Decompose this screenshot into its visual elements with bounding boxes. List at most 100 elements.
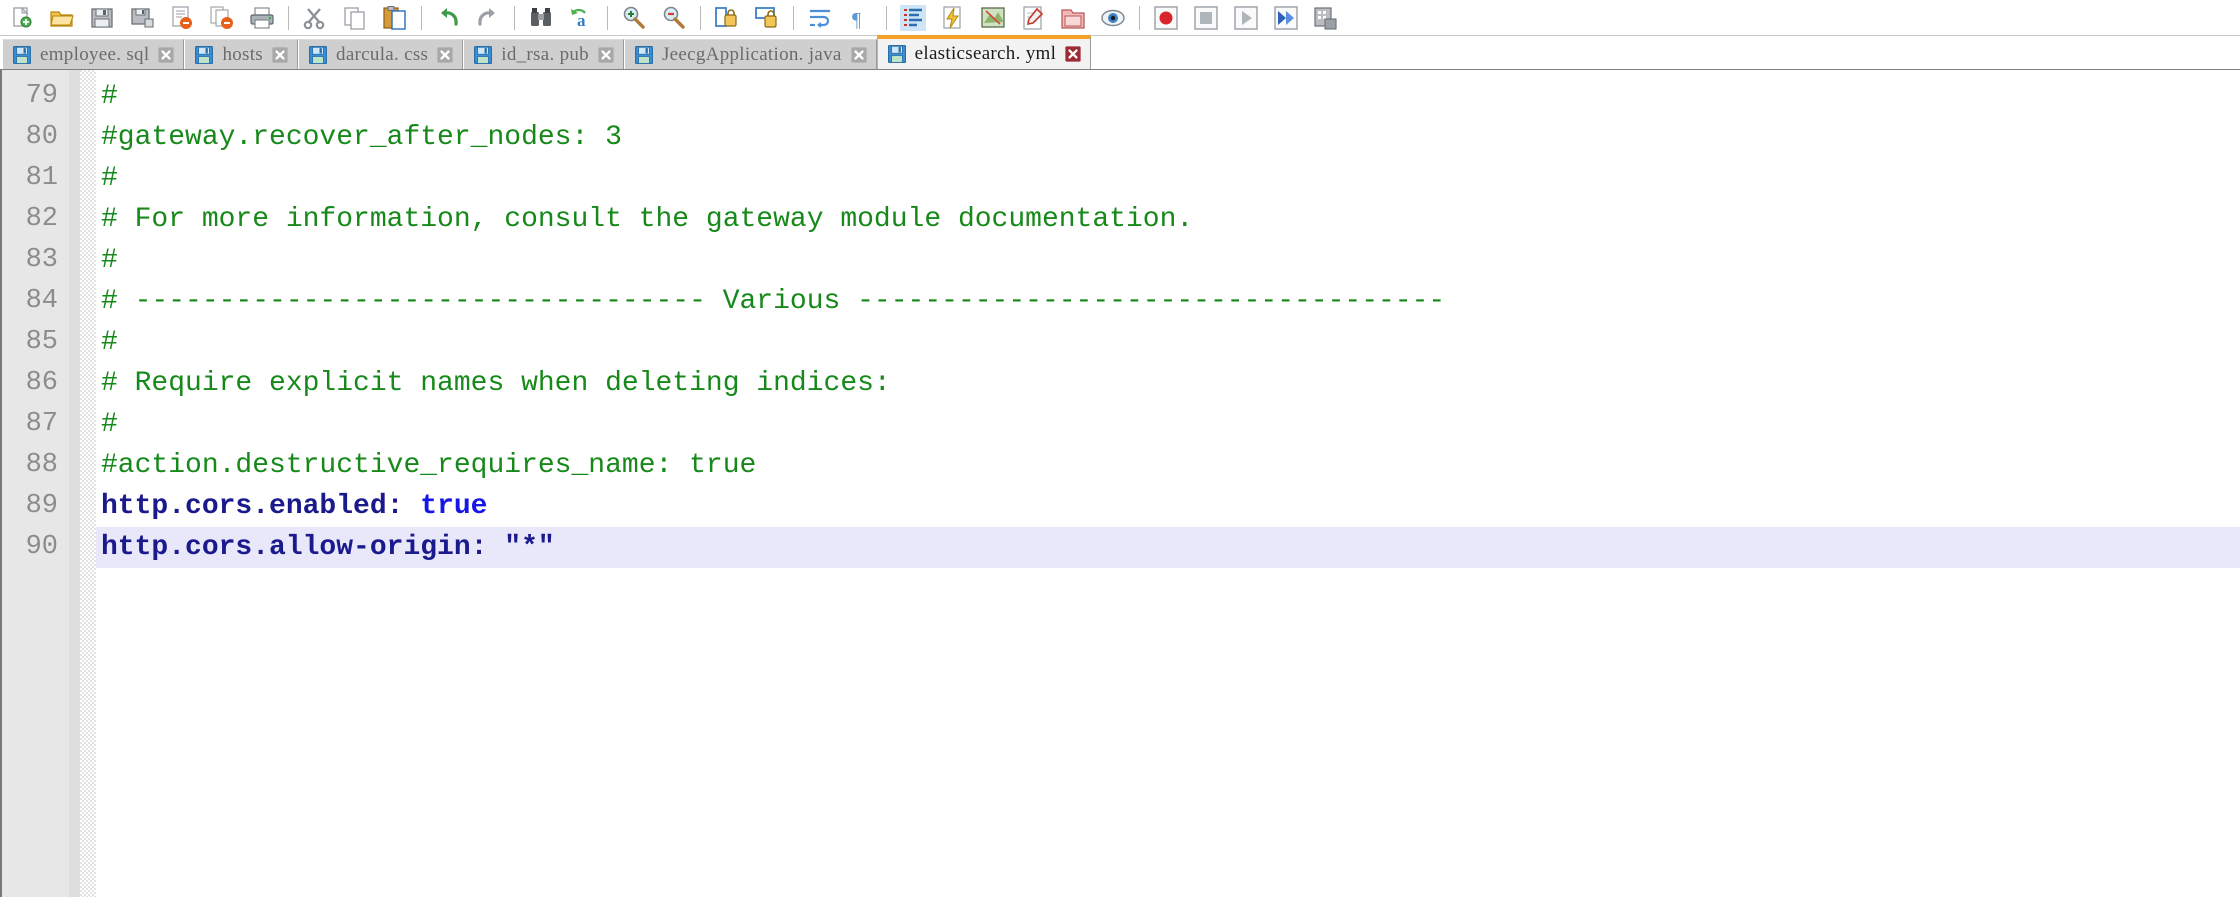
document-map-button[interactable] xyxy=(973,2,1013,34)
code-line[interactable]: # Require explicit names when deleting i… xyxy=(96,363,2240,404)
indent-guide-button[interactable] xyxy=(893,2,933,34)
cut-button[interactable] xyxy=(295,2,335,34)
close-x-icon[interactable] xyxy=(850,46,868,64)
open-file-button[interactable] xyxy=(42,2,82,34)
toolbar-separator xyxy=(421,5,422,30)
code-line[interactable]: #action.destructive_requires_name: true xyxy=(96,445,2240,486)
open-folder-icon xyxy=(49,5,75,31)
main-toolbar: a ¶ xyxy=(0,0,2240,36)
sync-lock-horizontal-icon xyxy=(754,5,780,31)
save-disk-icon xyxy=(89,5,115,31)
run-macro-multiple-button[interactable] xyxy=(1266,2,1306,34)
replace-button[interactable]: a xyxy=(561,2,601,34)
floppy-disk-icon xyxy=(12,45,32,65)
sync-vertical-button[interactable] xyxy=(707,2,747,34)
token-comment: # For more information, consult the gate… xyxy=(101,204,1194,235)
word-wrap-button[interactable] xyxy=(800,2,840,34)
binoculars-icon xyxy=(528,5,554,31)
token-key: http.cors.allow-origin: xyxy=(101,532,505,563)
line-number: 88 xyxy=(25,450,58,480)
document-map-icon xyxy=(980,5,1006,31)
line-number: 81 xyxy=(25,163,58,193)
save-macro-button[interactable] xyxy=(1306,2,1346,34)
close-x-icon[interactable] xyxy=(1064,45,1082,63)
code-content[interactable]: # #gateway.recover_after_nodes: 3 # # For m… xyxy=(96,70,2240,897)
save-button[interactable] xyxy=(82,2,122,34)
save-as-disk-icon xyxy=(129,5,155,31)
stop-macro-button[interactable] xyxy=(1186,2,1226,34)
editor-area[interactable]: 79 80 81 82 83 84 85 86 87 88 89 90 # #gateway.recov… xyxy=(0,70,2240,897)
undo-arrow-icon xyxy=(435,5,461,31)
code-line[interactable]: # xyxy=(96,240,2240,281)
user-defined-language-button[interactable] xyxy=(933,2,973,34)
tab-label: id_rsa. pub xyxy=(501,43,589,65)
find-button[interactable] xyxy=(521,2,561,34)
line-number: 87 xyxy=(25,409,58,439)
zoom-out-button[interactable] xyxy=(654,2,694,34)
tab-employee-sql[interactable]: employee. sql xyxy=(2,39,185,69)
print-button[interactable] xyxy=(242,2,282,34)
tab-jeecgapplication-java[interactable]: JeecgApplication. java xyxy=(623,39,877,69)
code-line[interactable]: # xyxy=(96,404,2240,445)
close-x-icon[interactable] xyxy=(436,46,454,64)
play-macro-button[interactable] xyxy=(1226,2,1266,34)
code-line[interactable]: http.cors.enabled: true xyxy=(96,486,2240,527)
line-number: 86 xyxy=(25,368,58,398)
code-line[interactable]: # xyxy=(96,76,2240,117)
floppy-disk-icon xyxy=(473,45,493,65)
magnifier-plus-icon xyxy=(621,5,647,31)
floppy-disk-icon xyxy=(887,44,907,64)
line-number: 84 xyxy=(25,286,58,316)
tab-id-rsa-pub[interactable]: id_rsa. pub xyxy=(463,39,624,69)
save-macro-icon xyxy=(1313,5,1339,31)
toolbar-separator xyxy=(886,5,887,30)
toolbar-separator xyxy=(1139,5,1140,30)
record-red-dot-icon xyxy=(1153,5,1179,31)
pilcrow-icon: ¶ xyxy=(847,5,873,31)
save-as-button[interactable] xyxy=(122,2,162,34)
svg-text:¶: ¶ xyxy=(852,9,861,31)
show-all-chars-button[interactable]: ¶ xyxy=(840,2,880,34)
toolbar-separator xyxy=(793,5,794,30)
close-x-icon[interactable] xyxy=(597,46,615,64)
close-all-documents-icon xyxy=(209,5,235,31)
paste-button[interactable] xyxy=(375,2,415,34)
play-triangle-icon xyxy=(1233,5,1259,31)
token-comment: #gateway.recover_after_nodes: 3 xyxy=(101,122,622,153)
redo-button[interactable] xyxy=(468,2,508,34)
fast-forward-icon xyxy=(1273,5,1299,31)
function-list-button[interactable] xyxy=(1013,2,1053,34)
code-line[interactable]: http.cors.allow-origin: "*" xyxy=(96,527,2240,568)
undo-button[interactable] xyxy=(428,2,468,34)
tab-label: hosts xyxy=(222,43,264,65)
folder-as-workspace-button[interactable] xyxy=(1053,2,1093,34)
tab-hosts[interactable]: hosts xyxy=(184,39,299,69)
function-list-icon xyxy=(1020,5,1046,31)
line-number: 79 xyxy=(25,81,58,111)
code-line[interactable]: #gateway.recover_after_nodes: 3 xyxy=(96,117,2240,158)
monitoring-button[interactable] xyxy=(1093,2,1133,34)
tab-darcula-css[interactable]: darcula. css xyxy=(298,39,464,69)
close-x-icon[interactable] xyxy=(157,46,175,64)
token-string: "*" xyxy=(504,532,555,563)
tab-elasticsearch-yml[interactable]: elasticsearch. yml xyxy=(876,35,1092,69)
token-comment: # xyxy=(101,245,118,276)
new-file-button[interactable] xyxy=(2,2,42,34)
zoom-in-button[interactable] xyxy=(614,2,654,34)
code-line[interactable]: # For more information, consult the gate… xyxy=(96,199,2240,240)
toolbar-separator xyxy=(607,5,608,30)
stop-square-icon xyxy=(1193,5,1219,31)
copy-pages-icon xyxy=(342,5,368,31)
code-folding-strip[interactable] xyxy=(80,70,96,897)
close-file-button[interactable] xyxy=(162,2,202,34)
line-number: 80 xyxy=(25,122,58,152)
code-line[interactable]: # ---------------------------------- Var… xyxy=(96,281,2240,322)
record-macro-button[interactable] xyxy=(1146,2,1186,34)
close-all-button[interactable] xyxy=(202,2,242,34)
code-line[interactable]: # xyxy=(96,158,2240,199)
code-line[interactable]: # xyxy=(96,322,2240,363)
sync-horizontal-button[interactable] xyxy=(747,2,787,34)
toolbar-separator xyxy=(514,5,515,30)
close-x-icon[interactable] xyxy=(271,46,289,64)
copy-button[interactable] xyxy=(335,2,375,34)
